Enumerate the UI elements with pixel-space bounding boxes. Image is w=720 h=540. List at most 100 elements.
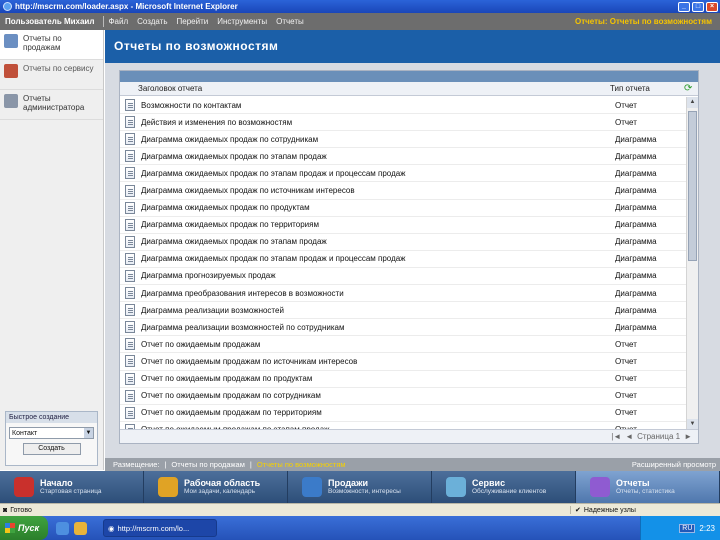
- report-document-icon: [125, 372, 135, 385]
- table-row[interactable]: Диаграмма ожидаемых продаж по этапам про…: [120, 234, 686, 251]
- report-title[interactable]: Диаграмма ожидаемых продаж по сотрудника…: [141, 135, 615, 144]
- module-tab-sales[interactable]: Продажи Возможности, интересы: [288, 471, 432, 503]
- table-row[interactable]: Отчет по ожидаемым продажам Отчет: [120, 336, 686, 354]
- report-title[interactable]: Диаграмма ожидаемых продаж по источникам…: [141, 186, 615, 195]
- ie-icon: ◉: [108, 523, 115, 533]
- report-title[interactable]: Отчет по ожидаемым продажам по территори…: [141, 408, 615, 417]
- report-title[interactable]: Действия и изменения по возможностям: [141, 118, 615, 127]
- report-type: Диаграмма: [615, 254, 657, 264]
- module-subtitle: Обслуживание клиентов: [472, 488, 547, 495]
- table-row[interactable]: Диаграмма ожидаемых продаж по этапам про…: [120, 165, 686, 183]
- window-title-bar: http://mscrm.com/loader.aspx - Microsoft…: [0, 0, 720, 13]
- advanced-view-link[interactable]: Расширенный просмотр: [632, 460, 716, 469]
- admin-report-icon: [4, 94, 18, 108]
- table-row[interactable]: Отчет по ожидаемым продажам по территори…: [120, 405, 686, 422]
- taskbar-window-ie[interactable]: ◉ http://mscrm.com/lo...: [103, 519, 217, 537]
- first-page-icon[interactable]: |◄: [611, 432, 621, 441]
- report-title[interactable]: Отчет по ожидаемым продажам: [141, 340, 615, 349]
- explorer-quicklaunch-icon[interactable]: [74, 521, 87, 535]
- menu-reports[interactable]: Отчеты: [276, 17, 304, 26]
- table-row[interactable]: Диаграмма реализации возможностей по сот…: [120, 319, 686, 337]
- table-row[interactable]: Диаграмма прогнозируемых продаж Диаграмма: [120, 268, 686, 286]
- report-title[interactable]: Диаграмма ожидаемых продаж по этапам про…: [141, 152, 615, 161]
- column-header-title[interactable]: Заголовок отчета: [138, 84, 610, 93]
- table-row[interactable]: Диаграмма ожидаемых продаж по продуктам Д…: [120, 200, 686, 217]
- current-user[interactable]: Пользователь Михаил: [0, 17, 99, 26]
- table-row[interactable]: Отчет по ожидаемым продажам по продуктам…: [120, 371, 686, 388]
- nav-item-admin-reports[interactable]: Отчеты администратора: [0, 90, 103, 120]
- chevron-down-icon[interactable]: ▼: [84, 428, 93, 438]
- nav-item-service-reports[interactable]: Отчеты по сервису: [0, 60, 103, 90]
- report-title[interactable]: Диаграмма ожидаемых продаж по этапам про…: [141, 254, 615, 263]
- menu-new[interactable]: Создать: [137, 17, 167, 26]
- table-row[interactable]: Отчет по ожидаемым продажам по сотрудник…: [120, 388, 686, 405]
- report-title[interactable]: Отчет по ожидаемым продажам по продуктам: [141, 374, 615, 383]
- report-title[interactable]: Диаграмма ожидаемых продаж по территория…: [141, 220, 615, 229]
- table-row[interactable]: Действия и изменения по возможностям Отче…: [120, 114, 686, 132]
- report-title[interactable]: Диаграмма реализации возможностей по сот…: [141, 323, 615, 332]
- task-label: http://mscrm.com/lo...: [117, 523, 190, 533]
- report-document-icon: [125, 184, 135, 197]
- report-title[interactable]: Отчет по ожидаемым продажам по сотрудник…: [141, 391, 615, 400]
- table-row[interactable]: Диаграмма преобразования интересов в воз…: [120, 285, 686, 303]
- report-type: Диаграмма: [615, 271, 657, 281]
- report-document-icon: [125, 287, 135, 300]
- module-tab-service[interactable]: Сервис Обслуживание клиентов: [432, 471, 576, 503]
- left-navigation: Отчеты по продажам Отчеты по сервису Отч…: [0, 30, 104, 470]
- report-type: Отчет: [615, 356, 637, 366]
- table-row[interactable]: Диаграмма ожидаемых продаж по сотрудника…: [120, 131, 686, 149]
- ie-quicklaunch-icon[interactable]: [56, 521, 69, 535]
- module-title: Отчеты: [616, 478, 650, 488]
- nav-item-label: Отчеты по продажам: [23, 34, 62, 52]
- menu-file[interactable]: Файл: [108, 17, 128, 26]
- table-row[interactable]: Отчет по ожидаемым продажам по источника…: [120, 353, 686, 371]
- next-page-icon[interactable]: ►: [684, 432, 692, 441]
- status-text: Готово: [10, 506, 32, 514]
- start-button[interactable]: Пуск: [0, 516, 48, 540]
- table-row[interactable]: Диаграмма ожидаемых продаж по этапам про…: [120, 251, 686, 268]
- scroll-up-icon[interactable]: ▲: [687, 97, 698, 108]
- module-tab-reports[interactable]: Отчеты Отчеты, статистика: [576, 471, 720, 503]
- table-row[interactable]: Диаграмма ожидаемых продаж по этапам про…: [120, 148, 686, 166]
- maximize-button[interactable]: □: [692, 1, 704, 12]
- close-button[interactable]: ×: [706, 1, 718, 12]
- menu-tools[interactable]: Инструменты: [217, 17, 267, 26]
- report-type: Диаграмма: [615, 305, 657, 315]
- location-link-sales-reports[interactable]: Отчеты по продажам: [171, 460, 244, 469]
- scroll-thumb[interactable]: [688, 111, 697, 261]
- report-title[interactable]: Диаграмма ожидаемых продаж по этапам про…: [141, 169, 615, 178]
- quick-create-select[interactable]: Контакт ▼: [9, 427, 94, 439]
- nav-item-sales-reports[interactable]: Отчеты по продажам: [0, 30, 103, 60]
- column-header-type[interactable]: Тип отчета: [610, 84, 650, 93]
- report-title[interactable]: Диаграмма прогнозируемых продаж: [141, 271, 615, 280]
- minimize-button[interactable]: _: [678, 1, 690, 12]
- module-tabs: Начало Стартовая страница Рабочая область…: [0, 471, 720, 503]
- report-title[interactable]: Диаграмма преобразования интересов в воз…: [141, 289, 615, 298]
- module-subtitle: Мои задачи, календарь: [184, 488, 256, 495]
- report-title[interactable]: Диаграмма ожидаемых продаж по этапам про…: [141, 237, 615, 246]
- report-title[interactable]: Возможности по контактам: [141, 101, 615, 110]
- table-row[interactable]: Диаграмма ожидаемых продаж по источникам…: [120, 182, 686, 200]
- module-title: Рабочая область: [184, 478, 261, 488]
- table-row[interactable]: Диаграмма ожидаемых продаж по территория…: [120, 217, 686, 234]
- language-indicator[interactable]: RU: [679, 523, 696, 533]
- module-tab-home[interactable]: Начало Стартовая страница: [0, 471, 144, 503]
- report-title[interactable]: Диаграмма реализации возможностей: [141, 306, 615, 315]
- quick-create-button[interactable]: Создать: [22, 443, 81, 455]
- prev-page-icon[interactable]: ◄: [625, 432, 633, 441]
- trusted-zone-icon: ✔: [575, 507, 581, 514]
- refresh-icon[interactable]: ⟳: [684, 84, 694, 94]
- windows-logo-icon: [5, 523, 15, 533]
- report-title[interactable]: Отчет по ожидаемым продажам по источника…: [141, 357, 615, 366]
- browser-status-bar: ◙ Готово ✔ Надежные узлы: [0, 503, 720, 516]
- table-row[interactable]: Возможности по контактам Отчет: [120, 97, 686, 115]
- menu-goto[interactable]: Перейти: [177, 17, 209, 26]
- table-row[interactable]: Диаграмма реализации возможностей Диаграм…: [120, 302, 686, 320]
- report-document-icon: [125, 389, 135, 402]
- report-document-icon: [125, 338, 135, 351]
- module-subtitle: Стартовая страница: [40, 488, 102, 495]
- report-title[interactable]: Диаграмма ожидаемых продаж по продуктам: [141, 203, 615, 212]
- module-tab-workplace[interactable]: Рабочая область Мои задачи, календарь: [144, 471, 288, 503]
- grid-scrollbar[interactable]: ▲ ▼: [686, 97, 698, 430]
- report-type: Диаграмма: [615, 322, 657, 332]
